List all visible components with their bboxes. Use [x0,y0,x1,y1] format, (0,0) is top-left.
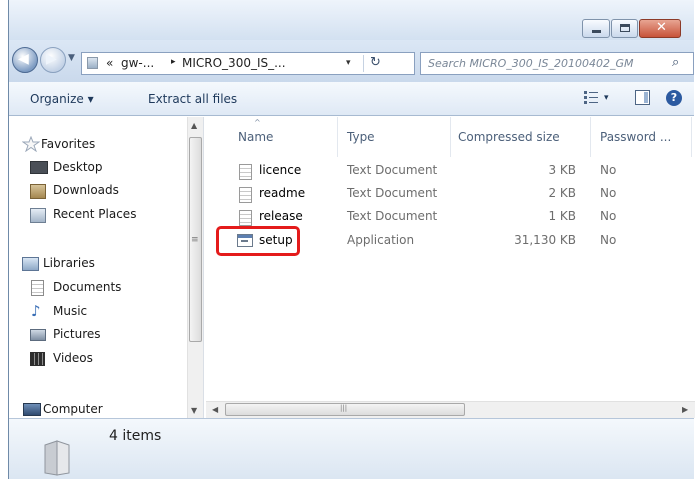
file-name[interactable]: readme [259,186,305,200]
nav-music[interactable]: Music [53,304,87,318]
file-size: 31,130 KB [514,233,576,247]
file-type: Text Document [347,209,438,223]
scroll-right-arrow-icon[interactable]: ▶ [682,405,688,414]
scroll-grip-icon: ||| [340,404,348,412]
address-bar[interactable]: « gw-... ▸ MICRO_300_IS_... ▾ ↻ [81,52,415,75]
text-document-icon [239,187,252,203]
command-bar: Organize ▾ Extract all files ▾ ? [9,82,694,116]
minimize-icon [592,30,601,33]
file-size: 3 KB [548,163,576,177]
scroll-left-arrow-icon[interactable]: ◀ [212,405,218,414]
star-icon [22,136,40,152]
zip-folder-icon [44,440,70,476]
file-list-horizontal-scrollbar[interactable]: ◀ ||| ▶ [206,401,695,418]
views-dropdown-icon[interactable]: ▾ [604,93,609,103]
help-icon[interactable]: ? [666,90,682,106]
pictures-icon [30,329,46,341]
details-pane: 4 items [9,418,694,479]
downloads-icon [30,184,46,199]
column-header-password[interactable]: Password ... [600,130,671,144]
file-list: ^ Name Type Compressed size Password ...… [206,117,695,406]
file-name[interactable]: release [259,209,303,223]
scroll-grip-icon: ≡ [191,235,199,245]
title-bar[interactable]: ✕ [9,0,694,40]
column-header-compressed-size[interactable]: Compressed size [458,130,560,144]
music-icon: ♪ [31,302,41,320]
forward-arrow-icon: ▶ [46,51,57,67]
refresh-icon[interactable]: ↻ [370,55,381,70]
header-separator [590,117,591,157]
nav-desktop[interactable]: Desktop [53,160,103,174]
file-password: No [600,163,617,177]
extract-all-files-button[interactable]: Extract all files [148,92,237,106]
nav-documents[interactable]: Documents [53,280,121,294]
videos-icon [30,352,45,366]
nav-pane-vertical-scrollbar[interactable]: ▲ ≡ ▼ [187,117,203,426]
column-header-name[interactable]: Name [238,130,273,144]
navigation-bar: ◀ ▶ ▼ « gw-... ▸ MICRO_300_IS_... ▾ ↻ Se… [9,40,694,82]
minimize-button[interactable] [582,19,610,38]
nav-favorites[interactable]: Favorites [41,137,95,151]
search-box[interactable]: Search MICRO_300_IS_20100402_GM ⌕ [420,52,694,75]
file-type: Text Document [347,186,438,200]
file-password: No [600,233,617,247]
nav-videos[interactable]: Videos [53,351,93,365]
close-icon: ✕ [656,20,667,35]
file-type: Text Document [347,163,438,177]
sort-ascending-icon: ^ [254,118,261,127]
nav-libraries[interactable]: Libraries [43,256,95,270]
organize-button[interactable]: Organize ▾ [30,92,94,106]
item-count: 4 items [109,428,162,444]
nav-downloads[interactable]: Downloads [53,183,119,197]
libraries-icon [22,257,39,271]
views-icon[interactable] [584,91,598,104]
recent-places-icon [30,208,46,223]
breadcrumb-micro-300[interactable]: MICRO_300_IS_... [182,56,286,70]
recent-pages-dropdown[interactable]: ▼ [68,53,75,63]
search-input[interactable]: Search MICRO_300_IS_20100402_GM [428,57,633,70]
scroll-down-arrow-icon[interactable]: ▼ [191,406,197,415]
forward-button[interactable]: ▶ [40,47,66,73]
setup-highlight-box [216,226,300,256]
navigation-pane: Favorites Desktop Downloads Recent Place… [9,117,203,426]
file-type: Application [347,233,415,247]
computer-icon [23,403,41,416]
preview-pane-icon[interactable] [635,90,650,105]
explorer-window: ✕ ◀ ▶ ▼ « gw-... ▸ MICRO_300_IS_... ▾ ↻ … [8,0,695,479]
header-separator [691,117,692,157]
file-name[interactable]: licence [259,163,301,177]
desktop-icon [30,161,48,174]
nav-computer[interactable]: Computer [43,402,103,416]
address-divider [363,55,364,72]
text-document-icon [239,210,252,226]
file-password: No [600,209,617,223]
breadcrumb-separator-icon[interactable]: ▸ [171,57,176,67]
close-button[interactable]: ✕ [639,19,681,38]
breadcrumb-gw[interactable]: gw-... [121,56,154,70]
column-header-type[interactable]: Type [347,130,375,144]
file-list-scroll-thumb[interactable]: ||| [225,403,465,416]
zip-folder-icon [87,57,98,69]
text-document-icon [239,164,252,180]
search-icon[interactable]: ⌕ [672,55,679,70]
header-separator [450,117,451,157]
address-overflow-button[interactable]: « [106,56,113,70]
nav-pictures[interactable]: Pictures [53,327,101,341]
file-size: 1 KB [548,209,576,223]
header-separator [337,117,338,157]
maximize-icon [620,24,630,32]
file-size: 2 KB [548,186,576,200]
back-button[interactable]: ◀ [12,47,38,73]
maximize-button[interactable] [611,19,638,38]
back-arrow-icon: ◀ [18,51,29,67]
file-password: No [600,186,617,200]
scroll-up-arrow-icon[interactable]: ▲ [191,121,197,130]
nav-recent-places[interactable]: Recent Places [53,207,136,221]
address-dropdown-icon[interactable]: ▾ [346,58,351,68]
documents-icon [31,280,44,296]
